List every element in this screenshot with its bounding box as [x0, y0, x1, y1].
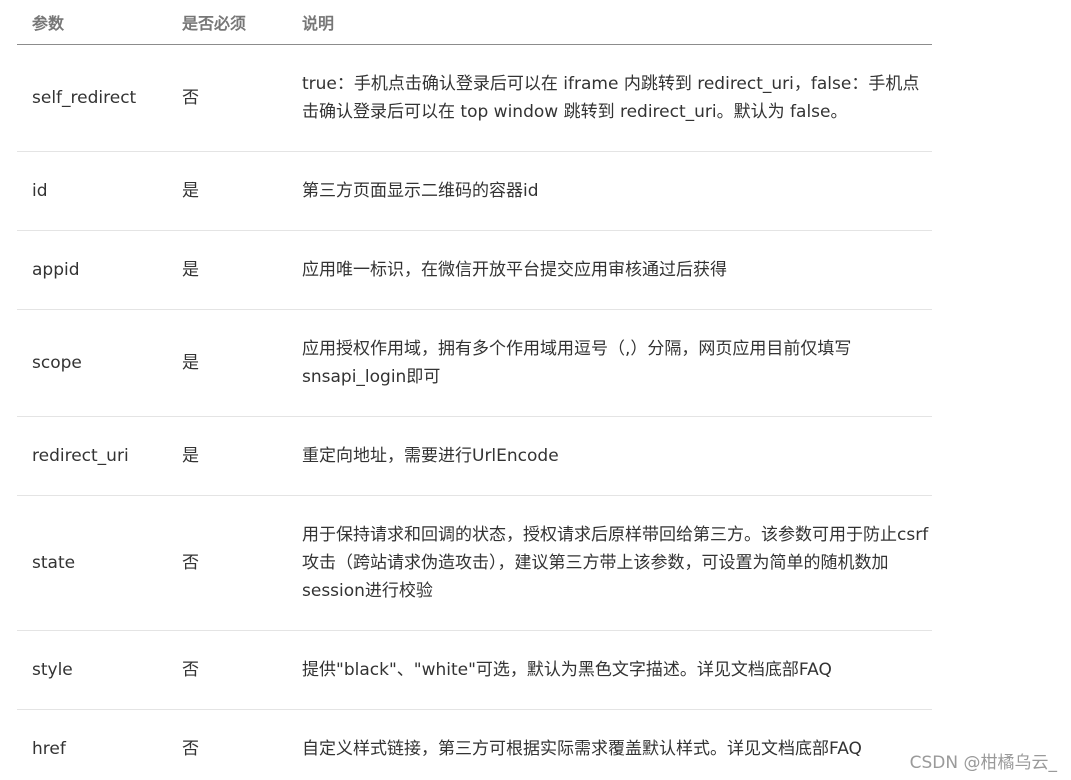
table-row: appid 是 应用唯一标识，在微信开放平台提交应用审核通过后获得: [17, 230, 932, 310]
table-row: id 是 第三方页面显示二维码的容器id: [17, 151, 932, 231]
param-required: 是: [167, 151, 287, 231]
param-required: 否: [167, 630, 287, 710]
table-row: redirect_uri 是 重定向地址，需要进行UrlEncode: [17, 416, 932, 496]
param-name: redirect_uri: [17, 416, 167, 496]
param-required: 是: [167, 309, 287, 417]
table-row: scope 是 应用授权作用域，拥有多个作用域用逗号（,）分隔，网页应用目前仅填…: [17, 309, 932, 417]
header-required: 是否必须: [167, 0, 287, 45]
param-name: self_redirect: [17, 44, 167, 152]
header-param: 参数: [17, 0, 167, 45]
param-description: 第三方页面显示二维码的容器id: [287, 151, 932, 231]
watermark: CSDN @柑橘乌云_: [909, 753, 1057, 773]
param-description: 用于保持请求和回调的状态，授权请求后原样带回给第三方。该参数可用于防止csrf攻…: [287, 495, 932, 631]
param-description: 自定义样式链接，第三方可根据实际需求覆盖默认样式。详见文档底部FAQ: [302, 738, 862, 759]
param-required: 否: [182, 738, 199, 759]
param-name: style: [17, 630, 167, 710]
param-required: 否: [167, 495, 287, 631]
table-row: style 否 提供"black"、"white"可选，默认为黑色文字描述。详见…: [17, 630, 932, 710]
param-name: appid: [17, 230, 167, 310]
table-row: state 否 用于保持请求和回调的状态，授权请求后原样带回给第三方。该参数可用…: [17, 495, 932, 631]
table-header-row: 参数 是否必须 说明: [17, 0, 932, 45]
param-required: 否: [167, 44, 287, 152]
param-description: 应用授权作用域，拥有多个作用域用逗号（,）分隔，网页应用目前仅填写snsapi_…: [287, 309, 932, 417]
param-name: state: [17, 495, 167, 631]
document-page: 参数 是否必须 说明 self_redirect 否 true：手机点击确认登录…: [0, 0, 1071, 780]
parameter-table: 参数 是否必须 说明 self_redirect 否 true：手机点击确认登录…: [17, 0, 932, 780]
param-description: 提供"black"、"white"可选，默认为黑色文字描述。详见文档底部FAQ: [287, 630, 932, 710]
param-name: href: [32, 738, 66, 759]
param-description: 重定向地址，需要进行UrlEncode: [287, 416, 932, 496]
table-row: href 否 自定义样式链接，第三方可根据实际需求覆盖默认样式。详见文档底部FA…: [17, 709, 932, 780]
table-row: self_redirect 否 true：手机点击确认登录后可以在 iframe…: [17, 44, 932, 152]
param-required: 是: [167, 416, 287, 496]
header-description: 说明: [287, 0, 932, 45]
param-description: 应用唯一标识，在微信开放平台提交应用审核通过后获得: [287, 230, 932, 310]
param-name: scope: [17, 309, 167, 417]
param-required: 是: [167, 230, 287, 310]
param-name: id: [17, 151, 167, 231]
param-description: true：手机点击确认登录后可以在 iframe 内跳转到 redirect_u…: [287, 44, 932, 152]
